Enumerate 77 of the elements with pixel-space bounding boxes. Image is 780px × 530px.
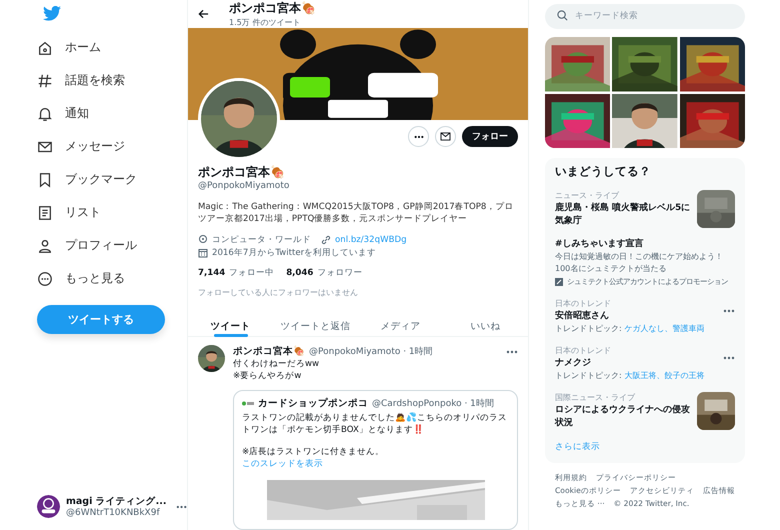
profile-name: ポンポコ宮本🍖 bbox=[198, 164, 286, 181]
search-field[interactable]: キーワード検索 bbox=[545, 4, 745, 28]
nav-item[interactable]: 通知 bbox=[37, 97, 187, 130]
trend-title: #しみちゃいます宣言 bbox=[555, 238, 644, 251]
profile-handle: @PonpokoMiyamoto bbox=[198, 181, 290, 192]
profile-bio: Magic：The Gathering：WMCQ2015大阪TOP8，GP静岡2017春TOP8，プロツアー京都2017出場，PPTQ優勝多数，元スポンサードプレイヤー bbox=[198, 201, 514, 226]
nav-item[interactable]: リスト bbox=[37, 196, 187, 229]
person-icon bbox=[37, 238, 53, 254]
account-name: magi ライティング... bbox=[66, 495, 168, 508]
profile-tab[interactable]: ツイートと返信 bbox=[273, 312, 358, 336]
news-item[interactable]: ニュース・ライブ 鹿児島・桜島 噴火警戒レベル5に気象庁 bbox=[555, 185, 735, 233]
nav-item[interactable]: ホーム bbox=[37, 31, 187, 64]
tweet-avatar[interactable] bbox=[198, 345, 225, 372]
location-pin-icon bbox=[198, 234, 208, 245]
back-arrow-icon[interactable] bbox=[198, 9, 209, 19]
search-icon bbox=[557, 10, 568, 21]
join-date: 2016年7月からTwitterを利用しています bbox=[212, 246, 376, 259]
profile-tab[interactable]: いいね bbox=[443, 312, 528, 336]
message-button[interactable] bbox=[435, 126, 456, 148]
more-button[interactable] bbox=[408, 126, 429, 148]
tweet-author: ポンポコ宮本🍖 bbox=[233, 345, 305, 358]
more-icon[interactable] bbox=[506, 350, 518, 354]
followers-note: フォローしている人にフォロワーはいません bbox=[198, 287, 359, 298]
bird-logo-icon[interactable] bbox=[43, 6, 61, 21]
hashtag-icon bbox=[37, 72, 53, 88]
more-icon bbox=[37, 270, 53, 286]
quote-meta: @CardshopPonpoko · 1時間 bbox=[372, 398, 494, 410]
promo-description: 今日は知覚過敏の日！この機にケア始めよう！100名にシュミテクトが当たる bbox=[555, 251, 724, 275]
follow-button[interactable]: フォロー bbox=[462, 126, 518, 148]
trend-title: 鹿児島・桜島 噴火警戒レベル5に気象庁 bbox=[555, 202, 691, 228]
list-icon bbox=[37, 204, 53, 220]
tweet-text: 付くわけねーだろww bbox=[233, 358, 320, 370]
tweet-text: ※要らんやろがw bbox=[233, 370, 302, 382]
more-icon bbox=[414, 134, 424, 139]
nav-item[interactable]: メッセージ bbox=[37, 130, 187, 163]
profile-location: コンピュータ・ワールド bbox=[212, 234, 311, 246]
news-item[interactable]: 国際ニュース・ライブ ロシアによるウクライナへの侵攻状況 bbox=[555, 387, 735, 435]
trend-category: 日本のトレンド bbox=[555, 298, 612, 310]
trend-item[interactable]: 日本のトレンド 安倍昭恵さん トレンドトピック: ケガ人なし、警護車両 bbox=[555, 293, 735, 340]
profile-tab[interactable]: ツイート bbox=[188, 312, 273, 336]
nav-item[interactable]: プロフィール bbox=[37, 229, 187, 262]
account-avatar[interactable] bbox=[37, 495, 60, 518]
trend-topics: トレンドトピック: ケガ人なし、警護車両 bbox=[555, 323, 704, 335]
profile-title: ポンポコ宮本🍖 bbox=[229, 0, 316, 17]
tweet-count: 1.5万 件のツイート bbox=[229, 17, 302, 28]
nav-item[interactable]: ブックマーク bbox=[37, 163, 187, 196]
envelope-icon bbox=[440, 132, 451, 142]
following-link[interactable]: 7,144 フォロー中 bbox=[198, 267, 274, 280]
trend-category: 国際ニュース・ライブ bbox=[555, 392, 636, 404]
quote-author: カードショップポンポコ bbox=[258, 397, 368, 410]
trend-category: ニュース・ライブ bbox=[555, 190, 620, 202]
account-handle: @6WNtrT10KNBkX9f bbox=[66, 508, 161, 518]
more-icon[interactable] bbox=[723, 356, 735, 360]
more-icon[interactable] bbox=[176, 504, 187, 508]
link-icon bbox=[321, 234, 331, 245]
calendar-icon bbox=[198, 248, 208, 258]
nav-item[interactable]: 話題を検索 bbox=[37, 64, 187, 97]
quoted-tweet[interactable]: カードショップポンポコ @CardshopPonpoko · 1時間 ラストワンの記載がありませんでした🙇💦こちらのオリパのラストワンは「ポケモン切手BOX」となります‼ ※店長はラストワンに付きません。 このスレッドを表示 bbox=[233, 390, 518, 530]
quote-text: ラストワンの記載がありませんでした🙇💦こちらのオリパのラストワンは「ポケモン切手BOX」となります‼ bbox=[242, 412, 508, 436]
trend-title: 安倍昭恵さん bbox=[555, 310, 610, 323]
tweet-meta: @PonpokoMiyamoto · 1時間 bbox=[309, 346, 433, 358]
trend-title: ナメクジ bbox=[555, 357, 592, 370]
quote-note: ※店長はラストワンに付きません。 bbox=[242, 446, 386, 458]
profile-tab[interactable]: メディア bbox=[358, 312, 443, 336]
nav-item[interactable]: もっと見る bbox=[37, 262, 187, 295]
trend-category: 日本のトレンド bbox=[555, 345, 612, 357]
shop-logo-icon bbox=[242, 401, 254, 406]
followers-link[interactable]: 8,046 フォロワー bbox=[286, 267, 362, 280]
trend-item[interactable]: 日本のトレンド ナメクジ トレンドトピック: 大阪王将、餃子の王将 bbox=[555, 340, 735, 387]
promoted-icon bbox=[555, 278, 563, 286]
trend-topics: トレンドトピック: 大阪王将、餃子の王将 bbox=[555, 370, 704, 382]
bell-icon bbox=[37, 106, 53, 122]
trends-title: いまどうしてる？ bbox=[555, 164, 652, 179]
bookmark-icon bbox=[37, 172, 53, 188]
more-icon[interactable] bbox=[723, 309, 735, 313]
trend-title: ロシアによるウクライナへの侵攻状況 bbox=[555, 404, 691, 430]
home-icon bbox=[37, 40, 53, 56]
